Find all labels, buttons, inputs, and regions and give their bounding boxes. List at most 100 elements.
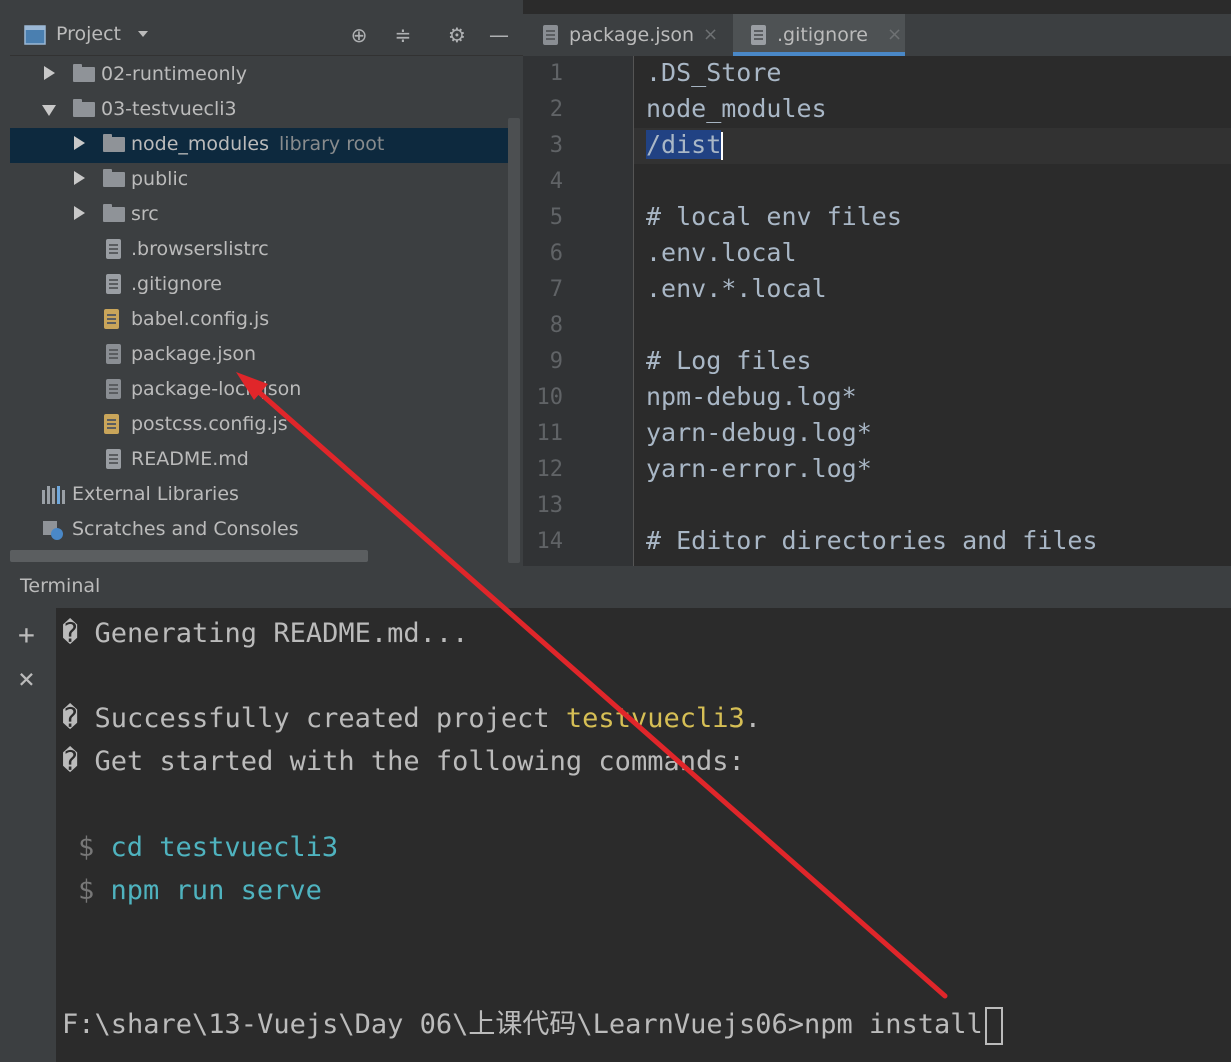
code-line-current[interactable]: /dist [646,130,724,160]
close-icon[interactable]: × [887,24,902,45]
command-text: cd testvuecli3 [110,832,339,863]
code-line[interactable]: # Log files [646,346,812,375]
expand-arrow-icon[interactable] [74,206,85,220]
terminal-text: � Successfully created project [62,703,566,734]
tab-label: package.json [569,24,695,46]
gear-icon[interactable]: ⚙ [444,22,470,48]
tree-item-label: .gitignore [131,273,222,295]
tree-item-package-lock-json[interactable]: package-lock.json [10,373,510,408]
terminal-header: Terminal [0,566,1231,608]
tree-item-label: 03-testvuecli3 [101,98,237,120]
line-number: 4 [549,169,563,194]
expand-arrow-icon[interactable] [74,136,85,150]
folder-icon [73,99,95,117]
terminal-title[interactable]: Terminal [20,575,100,597]
close-icon[interactable]: × [703,24,718,45]
command-text: npm run serve [110,875,322,906]
code-line[interactable]: .env.*.local [646,274,827,303]
minimize-icon[interactable]: — [486,22,512,48]
tab-gitignore[interactable]: .gitignore × [733,14,905,56]
vertical-scrollbar[interactable] [508,118,520,563]
shell-prompt-symbol: $ [78,832,95,863]
code-line[interactable]: node_modules [646,94,827,123]
project-view-title[interactable]: Project [56,23,121,45]
folder-icon [103,134,125,152]
tree-item-postcss-config[interactable]: postcss.config.js [10,408,510,443]
line-number: 14 [536,529,564,554]
scratches-icon [43,521,63,540]
terminal-line: � Successfully created project testvuecl… [62,703,761,734]
editor-tab-bar: package.json × .gitignore × [523,14,1231,56]
expand-arrow-icon[interactable] [74,171,85,185]
folder-icon [103,204,125,222]
js-file-icon [104,309,119,329]
terminal-toolbar: + × [0,608,56,1062]
tree-item-03-testvuecli3[interactable]: 03-testvuecli3 [10,93,510,128]
terminal-line: $ cd testvuecli3 [78,832,338,863]
library-root-hint: library root [279,133,385,155]
tree-item-readme[interactable]: README.md [10,443,510,478]
text-selection: /dist [646,130,722,159]
tree-item-label-group: node_modules library root [131,133,384,155]
new-session-button[interactable]: + [18,618,35,651]
text-file-icon [751,25,766,45]
close-session-button[interactable]: × [18,662,35,695]
line-number: 3 [549,133,563,158]
tree-item-label: Scratches and Consoles [72,518,299,540]
code-line[interactable]: .env.local [646,238,797,267]
tab-package-json[interactable]: package.json × [533,14,723,56]
tree-item-label: src [131,203,159,225]
tree-item-label: README.md [131,448,249,470]
tree-item-src[interactable]: src [10,198,510,233]
collapse-all-icon[interactable]: ≑ [390,22,416,48]
folder-icon [73,64,95,82]
terminal-cursor [984,1006,1003,1045]
json-file-icon [106,379,121,399]
code-line[interactable]: yarn-error.log* [646,454,872,483]
line-number: 7 [549,277,563,302]
line-number: 10 [536,385,564,410]
tree-item-02-runtimeonly[interactable]: 02-runtimeonly [10,58,510,93]
folder-icon [103,169,125,187]
line-number: 5 [549,205,563,230]
tree-item-label: postcss.config.js [131,413,288,435]
tree-item-label: package-lock.json [131,378,302,400]
terminal-prompt-line[interactable]: F:\share\13-Vuejs\Day 06\上课代码\LearnVuejs… [62,1002,1003,1045]
collapse-arrow-icon[interactable] [42,105,56,116]
shell-prompt-symbol: $ [78,875,95,906]
line-number: 13 [536,493,564,518]
tree-item-label: 02-runtimeonly [101,63,248,85]
tree-item-scratches[interactable]: Scratches and Consoles [10,513,510,548]
code-line[interactable]: # local env files [646,202,902,231]
expand-arrow-icon[interactable] [44,66,55,80]
horizontal-scrollbar[interactable] [10,550,368,562]
locate-icon[interactable]: ⊕ [346,22,372,48]
json-file-icon [543,25,558,45]
code-line[interactable]: npm-debug.log* [646,382,857,411]
terminal-output[interactable]: � Generating README.md... � Successfully… [56,608,1231,1062]
line-number: 11 [536,421,564,446]
tree-item-public[interactable]: public [10,163,510,198]
tree-item-node-modules[interactable]: node_modules library root [10,128,510,163]
tree-item-babel-config[interactable]: babel.config.js [10,303,510,338]
tree-item-package-json[interactable]: package.json [10,338,510,373]
project-name-highlight: testvuecli3 [565,703,745,734]
json-file-icon [106,344,121,364]
terminal-prompt: F:\share\13-Vuejs\Day 06\上课代码\LearnVuejs… [62,1009,983,1040]
chevron-down-icon[interactable] [138,31,148,37]
tree-item-label: External Libraries [72,483,239,505]
code-line[interactable]: .DS_Store [646,58,781,87]
tree-item-label: .browserslistrc [131,238,269,260]
tree-item-external-libraries[interactable]: External Libraries [10,478,510,513]
code-line[interactable]: yarn-debug.log* [646,418,872,447]
line-number: 2 [549,97,563,122]
line-number: 6 [549,241,563,266]
line-number: 12 [536,457,564,482]
text-file-icon [106,239,121,259]
project-view-icon [24,25,46,45]
terminal-line: $ npm run serve [78,875,322,906]
code-line[interactable]: # Editor directories and files [646,526,1098,555]
tree-item-browserslistrc[interactable]: .browserslistrc [10,233,510,268]
terminal-line: � Generating README.md... [62,618,469,649]
tree-item-gitignore[interactable]: .gitignore [10,268,510,303]
